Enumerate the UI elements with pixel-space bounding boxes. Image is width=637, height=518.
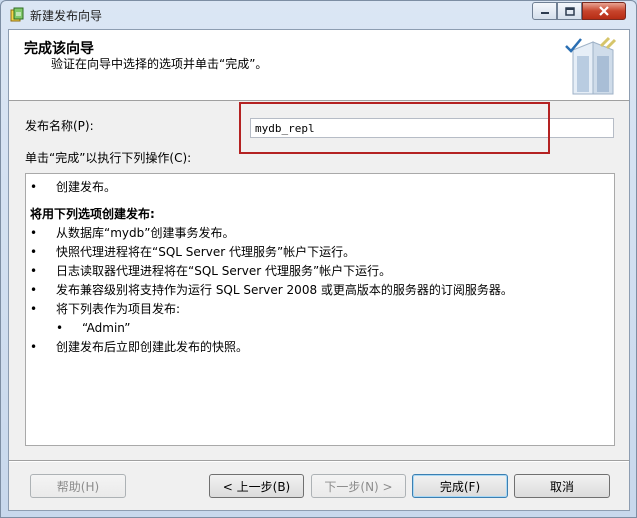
list-item: • 创建发布。 — [30, 178, 610, 197]
help-button[interactable]: 帮助(H) — [30, 474, 126, 498]
publication-name-input[interactable] — [250, 118, 614, 138]
list-item-text: 从数据库“mydb”创建事务发布。 — [56, 226, 235, 240]
minimize-button[interactable] — [532, 2, 557, 20]
wizard-book-icon — [565, 36, 617, 95]
cancel-button[interactable]: 取消 — [514, 474, 610, 498]
bullet: • — [30, 264, 38, 278]
actions-label: 单击“完成”以执行下列操作(C): — [25, 151, 192, 165]
bullet: • — [30, 340, 38, 354]
wizard-client-area: 完成该向导 验证在向导中选择的选项并单击“完成”。 发布名称(P): 单击“完成… — [8, 29, 630, 511]
minimize-icon — [540, 12, 549, 14]
maximize-icon — [564, 6, 575, 16]
window-title: 新建发布向导 — [30, 9, 103, 23]
finish-button[interactable]: 完成(F) — [412, 474, 508, 498]
sub-list-item-text: “Admin” — [82, 321, 131, 335]
bullet: • — [56, 321, 64, 335]
page-subtitle: 验证在向导中选择的选项并单击“完成”。 — [51, 57, 268, 71]
options-section-heading: 将用下列选项创建发布: — [30, 207, 155, 221]
list-item-text: 创建发布后立即创建此发布的快照。 — [56, 340, 249, 354]
sub-list-item: • “Admin” — [30, 319, 610, 338]
list-item-text: 快照代理进程将在“SQL Server 代理服务”帐户下运行。 — [56, 245, 356, 259]
back-button[interactable]: < 上一步(B) — [209, 474, 304, 498]
list-item: • 发布兼容级别将支持作为运行 SQL Server 2008 或更高版本的服务… — [30, 281, 610, 300]
close-icon — [599, 6, 609, 16]
list-item-text: 日志读取器代理进程将在“SQL Server 代理服务”帐户下运行。 — [56, 264, 392, 278]
actions-summary-box[interactable]: • 创建发布。 将用下列选项创建发布: • 从数据库“mydb”创建事务发布。 … — [25, 173, 615, 446]
close-button[interactable] — [582, 2, 626, 20]
title-bar[interactable]: 新建发布向导 — [1, 1, 636, 29]
wizard-window: 新建发布向导 完成该向导 验证在向导中选择的选项并单击“完成”。 发布名称(P)… — [0, 0, 637, 518]
wizard-header: 完成该向导 验证在向导中选择的选项并单击“完成”。 — [9, 30, 629, 101]
publication-name-label: 发布名称(P): — [25, 119, 94, 133]
wizard-app-icon — [10, 7, 24, 22]
bullet: • — [30, 283, 38, 297]
list-item: • 快照代理进程将在“SQL Server 代理服务”帐户下运行。 — [30, 243, 610, 262]
maximize-button[interactable] — [557, 2, 582, 20]
list-item: • 将下列表作为项目发布: — [30, 300, 610, 319]
list-item: • 日志读取器代理进程将在“SQL Server 代理服务”帐户下运行。 — [30, 262, 610, 281]
bullet: • — [30, 180, 38, 194]
list-item-text: 创建发布。 — [56, 180, 117, 194]
list-item: • 从数据库“mydb”创建事务发布。 — [30, 224, 610, 243]
list-item-text: 将下列表作为项目发布: — [56, 302, 181, 316]
next-button[interactable]: 下一步(N) > — [311, 474, 406, 498]
list-item: • 创建发布后立即创建此发布的快照。 — [30, 338, 610, 357]
bullet: • — [30, 302, 38, 316]
list-item-text: 发布兼容级别将支持作为运行 SQL Server 2008 或更高版本的服务器的… — [56, 283, 513, 297]
bullet: • — [30, 226, 38, 240]
bullet: • — [30, 245, 38, 259]
button-area-divider — [9, 460, 629, 462]
